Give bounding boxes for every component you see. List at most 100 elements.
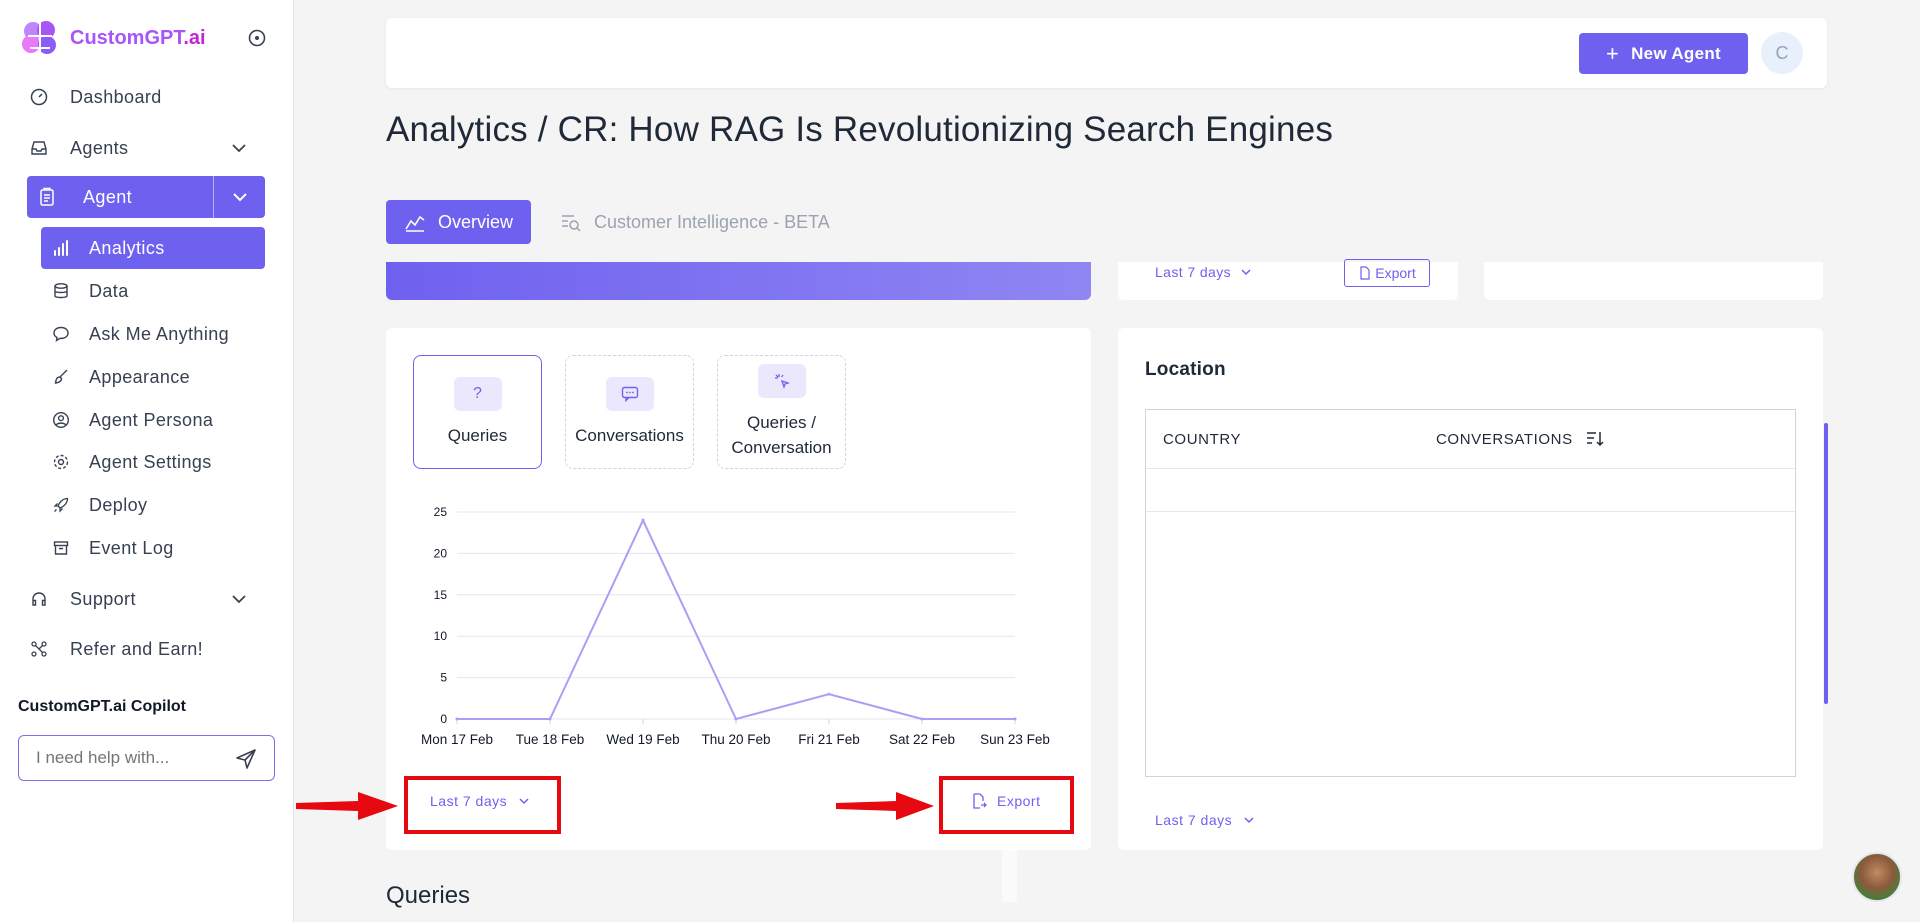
metric-label-line1: Queries / (747, 413, 816, 432)
avatar[interactable]: C (1761, 32, 1803, 74)
copilot-title: CustomGPT.ai Copilot (18, 698, 186, 715)
summary-banner (386, 262, 1091, 300)
x-tick-label: Sat 22 Feb (889, 732, 955, 747)
agents-inbox-icon (28, 137, 50, 159)
agent-split-toggle[interactable] (213, 176, 265, 218)
x-tick-label: Fri 21 Feb (798, 732, 860, 747)
support-chat-avatar[interactable] (1852, 852, 1902, 902)
sidebar-item-appearance[interactable]: Appearance (41, 356, 265, 398)
sidebar-item-agent-settings[interactable]: Agent Settings (41, 441, 265, 483)
line-chart-icon (405, 215, 425, 232)
queries-line-chart: 0 5 10 15 20 25 Mon 17 Feb Tue 18 Feb Wed 19 Feb… (421, 505, 1050, 747)
brain-logo-icon (22, 21, 56, 54)
metric-conversations[interactable]: Conversations (565, 355, 694, 469)
brand[interactable]: CustomGPT.ai (18, 16, 206, 60)
annotation-arrow-icon (296, 792, 398, 820)
nav-agents[interactable]: Agents (28, 127, 128, 169)
top-card-export-button[interactable]: Export (1344, 259, 1430, 287)
export-label: Export (1375, 265, 1416, 281)
agent-dropdown-button[interactable]: Agent (27, 176, 265, 218)
question-mark-icon: ? (453, 376, 502, 411)
dashboard-gauge-icon (28, 86, 50, 108)
tab-overview-label: Overview (437, 211, 513, 232)
brand-name: CustomGPT.ai (70, 26, 206, 49)
database-icon (51, 281, 71, 301)
data-point (455, 717, 459, 721)
y-tick-label: 15 (434, 588, 448, 602)
chevron-down-icon (232, 193, 247, 202)
column-country: COUNTRY (1163, 431, 1242, 448)
nav-support[interactable]: Support (28, 578, 136, 620)
gear-icon (51, 452, 71, 472)
date-range-label: Last 7 days (1155, 812, 1233, 828)
x-tick-label: Sun 23 Feb (980, 732, 1050, 747)
data-point (734, 717, 738, 721)
nav-agents-label: Agents (70, 137, 129, 158)
sidebar-item-analytics[interactable]: Analytics (41, 227, 265, 269)
metric-label-line2: Conversation (731, 438, 832, 457)
send-icon[interactable] (234, 747, 258, 771)
sidebar: CustomGPT.ai Dashboard Agents Agent Anal… (0, 0, 294, 922)
data-point (548, 717, 552, 721)
series-line (457, 517, 1015, 721)
metric-label: Conversations (575, 425, 684, 445)
bar-chart-icon (51, 238, 71, 258)
data-point (1013, 717, 1017, 721)
stat-card (1484, 262, 1823, 300)
top-card-date-range-dropdown[interactable]: Last 7 days (1155, 262, 1253, 282)
sparkle-cursor-icon (757, 364, 806, 398)
copilot-input[interactable] (36, 748, 226, 768)
sidebar-item-label: Ask Me Anything (89, 323, 230, 344)
archive-box-icon (51, 538, 71, 558)
highlight-box-date-range (404, 776, 561, 834)
sidebar-item-data[interactable]: Data (41, 270, 265, 312)
chevron-down-icon (1241, 269, 1251, 276)
location-table: COUNTRY CONVERSATIONS (1145, 409, 1796, 777)
sidebar-item-ask-me-anything[interactable]: Ask Me Anything (41, 313, 265, 355)
annotation-arrow-icon (836, 792, 934, 820)
column-conversations-label: CONVERSATIONS (1436, 430, 1573, 448)
tab-customer-intelligence[interactable]: Customer Intelligence - BETA (560, 200, 830, 244)
sidebar-item-agent-persona[interactable]: Agent Persona (41, 399, 265, 441)
y-tick-label: 10 (434, 629, 448, 643)
y-tick-label: 20 (434, 546, 448, 560)
chevron-down-icon (1244, 817, 1254, 824)
new-agent-button[interactable]: + New Agent (1579, 33, 1748, 74)
sort-descending-icon[interactable] (1585, 430, 1605, 448)
collapse-sidebar-icon[interactable] (247, 28, 267, 48)
x-tick-label: Mon 17 Feb (421, 732, 493, 747)
new-agent-label: New Agent (1631, 43, 1722, 63)
sidebar-item-event-log[interactable]: Event Log (41, 527, 265, 569)
sidebar-item-label: Analytics (89, 237, 165, 258)
plus-icon: + (1605, 40, 1620, 66)
brush-icon (51, 367, 71, 387)
share-network-icon (28, 638, 50, 660)
metric-queries-per-conversation[interactable]: Queries / Conversation (717, 355, 846, 469)
agents-chevron-down-icon[interactable] (228, 137, 250, 159)
y-tick-label: 5 (440, 671, 447, 685)
nav-dashboard[interactable]: Dashboard (28, 76, 162, 118)
y-tick-label: 0 (440, 712, 447, 726)
tab-customer-intelligence-label: Customer Intelligence - BETA (594, 211, 830, 232)
x-tick-label: Thu 20 Feb (701, 732, 770, 747)
page-title: Analytics / CR: How RAG Is Revolutionizi… (386, 110, 1334, 149)
divider (1002, 850, 1017, 902)
nav-refer-label: Refer and Earn! (70, 638, 204, 659)
scrollbar[interactable] (1824, 423, 1828, 704)
sidebar-item-deploy[interactable]: Deploy (41, 484, 265, 526)
location-date-range-dropdown[interactable]: Last 7 days (1155, 812, 1256, 828)
data-point (920, 717, 924, 721)
data-point (641, 518, 645, 522)
rocket-icon (51, 495, 71, 515)
sidebar-item-label: Agent Settings (89, 451, 212, 472)
nav-refer-and-earn[interactable]: Refer and Earn! (28, 628, 203, 670)
y-tick-label: 25 (434, 505, 448, 519)
metric-queries[interactable]: ? Queries (413, 355, 542, 469)
sidebar-item-label: Agent Persona (89, 409, 214, 430)
support-chevron-down-icon[interactable] (228, 588, 250, 610)
message-square-icon (605, 376, 654, 411)
column-conversations[interactable]: CONVERSATIONS (1436, 430, 1605, 448)
x-tick-label: Wed 19 Feb (606, 732, 679, 747)
tab-overview[interactable]: Overview (386, 200, 531, 244)
clipboard-icon (40, 187, 54, 206)
